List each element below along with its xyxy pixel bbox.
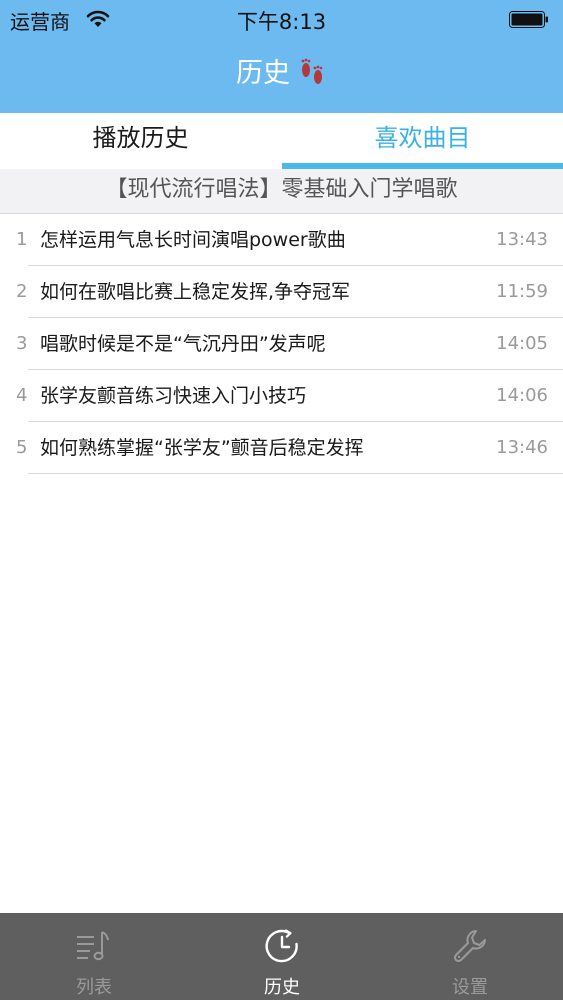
item-time: 13:43 [496, 229, 548, 250]
segment-tabs: 播放历史 喜欢曲目 [0, 113, 563, 169]
item-index: 3 [16, 333, 28, 354]
tab-liked-tracks[interactable]: 喜欢曲目 [282, 113, 563, 169]
clock-icon [265, 929, 298, 963]
item-index: 1 [16, 229, 28, 250]
list-item[interactable]: 2 如何在歌唱比赛上稳定发挥,争夺冠军 11:59 [0, 266, 563, 318]
bottom-tab-bar: 列表 历史 设置 [0, 913, 563, 1000]
item-time: 13:46 [496, 437, 548, 458]
tabbar-item-settings[interactable]: 设置 [376, 913, 563, 1000]
item-time: 14:05 [496, 333, 548, 354]
item-title: 怎样运用气息长时间演唱power歌曲 [40, 229, 346, 251]
item-index: 2 [16, 281, 28, 302]
battery-icon [509, 11, 548, 28]
list-item[interactable]: 3 唱歌时候是不是“气沉丹田”发声呢 14:05 [0, 318, 563, 370]
list-item[interactable]: 4 张学友颤音练习快速入门小技巧 14:06 [0, 370, 563, 422]
item-title: 如何熟练掌握“张学友”颤音后稳定发挥 [40, 437, 364, 459]
header: 运营商 下午8:13 历史 [0, 0, 563, 113]
footprints-icon [301, 58, 323, 84]
tabbar-label: 列表 [76, 977, 112, 998]
divider [28, 473, 563, 474]
music-list-icon [77, 931, 109, 961]
item-title: 唱歌时候是不是“气沉丹田”发声呢 [40, 333, 326, 355]
wrench-icon [453, 930, 486, 963]
list-item[interactable]: 1 怎样运用气息长时间演唱power歌曲 13:43 [0, 214, 563, 266]
item-title: 张学友颤音练习快速入门小技巧 [40, 385, 307, 407]
track-list: 1 怎样运用气息长时间演唱power歌曲 13:43 2 如何在歌唱比赛上稳定发… [0, 214, 563, 474]
tabbar-item-list[interactable]: 列表 [0, 913, 188, 1000]
item-time: 11:59 [496, 281, 548, 302]
tab-play-history[interactable]: 播放历史 [0, 113, 281, 169]
page-title: 历史 [235, 58, 290, 89]
list-item[interactable]: 5 如何熟练掌握“张学友”颤音后稳定发挥 13:46 [0, 422, 563, 474]
album-header: 【现代流行唱法】零基础入门学唱歌 [0, 169, 563, 214]
status-time: 下午8:13 [236, 10, 327, 34]
item-time: 14:06 [496, 385, 548, 406]
nav-bar: 历史 [0, 52, 563, 96]
tabbar-item-history[interactable]: 历史 [188, 913, 376, 1000]
status-bar: 运营商 下午8:13 [0, 0, 563, 40]
tabbar-label: 历史 [264, 977, 300, 998]
tabbar-label: 设置 [452, 977, 488, 998]
item-index: 5 [16, 437, 28, 458]
item-index: 4 [16, 385, 28, 406]
item-title: 如何在歌唱比赛上稳定发挥,争夺冠军 [40, 281, 351, 303]
